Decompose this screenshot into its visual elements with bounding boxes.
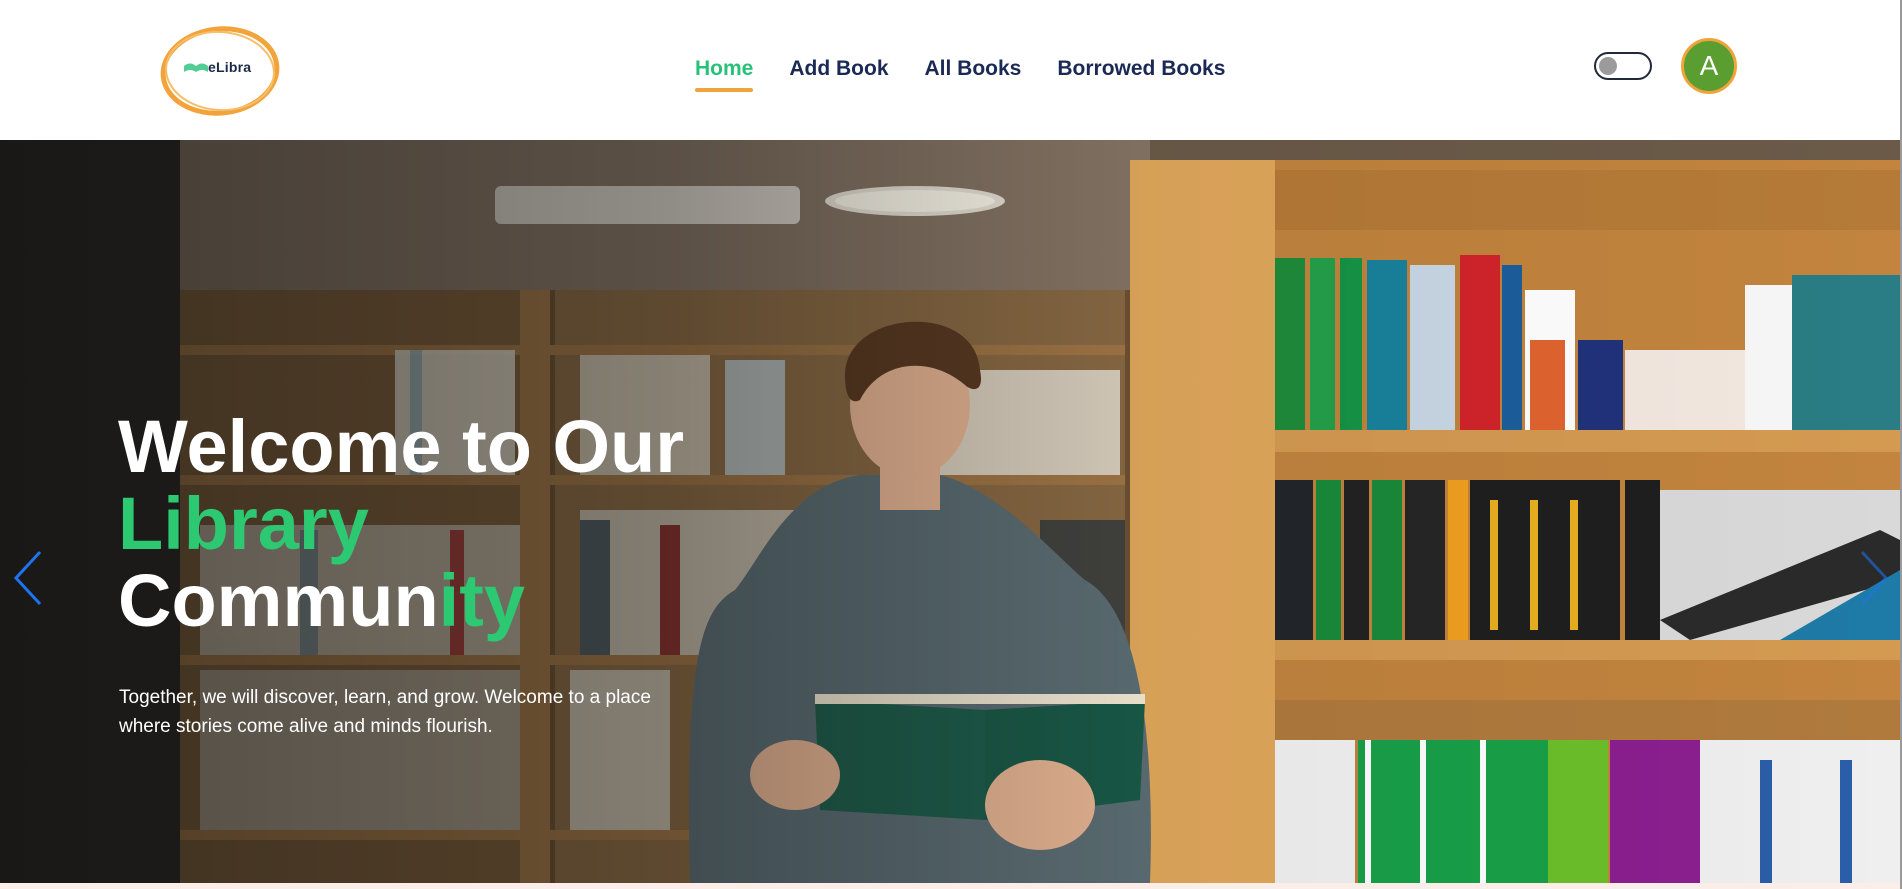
bottom-strip [0, 883, 1902, 889]
hero-title-line3: Community [118, 562, 684, 639]
navbar: eLibra Home Add Book All Books Borrowed … [0, 0, 1902, 140]
avatar-initial: A [1699, 50, 1719, 81]
nav-home[interactable]: Home [695, 56, 754, 92]
hero-title-line3-green: ity [438, 559, 526, 642]
theme-toggle[interactable] [1594, 52, 1652, 80]
nav-add-book[interactable]: Add Book [789, 56, 888, 82]
main-nav: Home Add Book All Books Borrowed Books [695, 56, 1225, 92]
hero-subtitle-line2: where stories come alive and minds flour… [119, 716, 493, 737]
hero-banner: Welcome to Our Library Community Togethe… [0, 140, 1900, 883]
logo[interactable]: eLibra [158, 23, 282, 117]
nav-borrowed-books[interactable]: Borrowed Books [1057, 56, 1225, 82]
hero-title-line1: Welcome to Our [118, 405, 685, 488]
toggle-knob [1599, 57, 1617, 75]
logo-text: eLibra [208, 59, 252, 75]
page: eLibra Home Add Book All Books Borrowed … [0, 0, 1902, 889]
carousel-prev-button[interactable] [12, 548, 46, 608]
nav-all-books[interactable]: All Books [925, 56, 1022, 82]
hero-subtitle-line1: Together, we will discover, learn, and g… [119, 687, 651, 708]
hero-title-line3-white: Commun [118, 559, 439, 642]
hero-title: Welcome to Our Library Community [118, 408, 684, 639]
hero-title-line2: Library [118, 482, 369, 565]
carousel-next-button[interactable] [1856, 548, 1890, 608]
chevron-right-icon [1860, 550, 1889, 606]
user-avatar[interactable]: A [1681, 38, 1737, 94]
hero-subtitle: Together, we will discover, learn, and g… [119, 683, 739, 741]
chevron-left-icon [13, 550, 42, 606]
